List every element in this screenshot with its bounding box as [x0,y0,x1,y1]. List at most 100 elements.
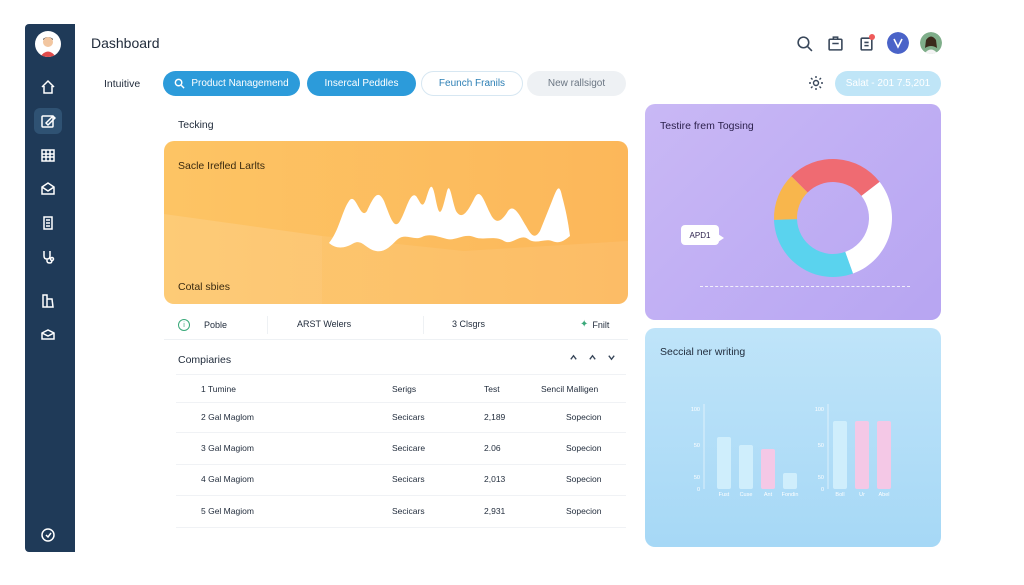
sidebar [25,24,75,552]
row-name[interactable]: 2 Gal Maglom [201,412,254,422]
info-icon: i [178,319,190,331]
tracking-card: Sacle Irefled Larlts Cotal sbies [164,141,628,304]
sidebar-item-inbox[interactable] [34,322,62,348]
shield-icon [41,528,55,542]
top-toolbar [794,32,942,54]
notifications-button[interactable] [856,33,876,53]
sparkle-icon: ✦ [580,319,589,330]
date-range-pill[interactable]: Salat - 201 7.5,201 [835,71,941,96]
filter-pill-label: Product Nanagemend [191,78,289,89]
metric-item: i Poble [178,319,227,331]
row-value: 2,189 [484,412,506,422]
bar-fust[interactable] [717,437,731,489]
chevron-down-icon[interactable] [607,353,616,362]
bar-ur[interactable] [855,421,869,489]
metric-item: ARST Welers [297,319,351,329]
sidebar-item-documents[interactable] [34,210,62,236]
bar-cuse[interactable] [739,445,753,489]
donut-chart [774,159,892,277]
row-name[interactable]: 3 Gal Magiom [201,443,254,453]
search-button[interactable] [794,33,814,53]
row-segment: Secicare [392,443,426,453]
donut-card: Testire frem Togsing APD1 [645,104,941,320]
row-segment: Secicars [392,506,425,516]
y-tick-label: 100 [691,407,700,413]
row-status: Sopecion [566,443,602,453]
bar-label: Fondin [782,492,799,498]
bar-chart: 100 50 50 0 Fust Cuse Ant Fondin 100 50 50 0 Boll Ur A… [691,404,891,498]
bar-card: Seccial ner writing 100 50 50 0 Fust Cuse Ant F… [645,328,941,547]
row-name[interactable]: 4 Gal Magiom [201,474,254,484]
profile-avatar[interactable] [920,32,942,54]
bar-label: Cuse [740,492,753,498]
row-status: Sopecion [566,412,602,422]
bar-ant[interactable] [761,449,775,489]
filter-pill-label: Insercal Peddles [324,78,399,89]
brand-avatar[interactable] [887,32,909,54]
bar-abel[interactable] [877,421,891,489]
chevron-up-icon[interactable] [569,353,578,362]
stethoscope-icon [43,251,55,264]
chevron-up-icon[interactable] [588,353,597,362]
sidebar-item-edit[interactable] [34,108,62,134]
document-icon [43,216,53,230]
filter-pill-internal[interactable]: Insercal Peddles [307,71,416,96]
metrics-row: i Poble ARST Welers 3 Clsgrs ✦ Fnilt [164,308,628,340]
dashed-baseline [700,286,910,287]
filter-pill-new[interactable]: New rallsigot [527,71,626,96]
column-header[interactable]: 1 Tumine [201,384,236,394]
sidebar-item-calendar[interactable] [34,142,62,168]
tracking-card-footer: Cotal sbies [178,281,230,293]
sidebar-item-support[interactable] [34,522,62,548]
briefcase-icon [827,35,843,51]
divider [176,432,626,433]
column-header[interactable]: Serigs [392,384,416,394]
bar-label: Ant [764,492,773,498]
y-tick-label: 50 [818,475,824,481]
y-tick-label: 100 [815,407,824,413]
file-icon [42,294,54,308]
user-avatar[interactable] [35,31,61,57]
briefcase-button[interactable] [825,33,845,53]
row-segment: Secicars [392,412,425,422]
divider [267,316,268,334]
divider [176,464,626,465]
notification-dot [869,34,875,40]
edit-icon [41,114,56,128]
bar-label: Ur [859,492,865,498]
metric-item: ✦ Fnilt [580,319,609,330]
sidebar-item-mail[interactable] [34,176,62,202]
divider [176,374,626,375]
row-segment: Secicars [392,474,425,484]
sidebar-item-home[interactable] [34,74,62,100]
y-tick-label: 0 [697,487,700,493]
bar-boll[interactable] [833,421,847,489]
calendar-icon [41,149,55,162]
column-header[interactable]: Sencil Malligen [541,384,598,394]
y-tick-label: 50 [694,443,700,449]
donut-slice-1[interactable] [845,181,892,274]
filter-pill-label: Feunch Franils [438,78,506,89]
row-value: 2.06 [484,443,501,453]
sidebar-item-files[interactable] [34,288,62,314]
chart-tooltip: APD1 [681,225,724,245]
donut-slice-2[interactable] [774,219,853,277]
metric-label: Poble [204,320,228,330]
row-name[interactable]: 5 Gel Magiom [201,506,254,516]
bar-label: Fust [719,492,730,498]
filter-label: Intuitive [104,78,141,90]
column-header[interactable]: Test [484,384,500,394]
inbox-icon [41,329,55,340]
filter-pill-french[interactable]: Feunch Franils [421,71,523,96]
mail-icon [41,182,55,195]
companies-title: Compiaries [178,354,232,366]
metric-item: 3 Clsgrs [452,319,485,329]
y-tick-label: 50 [694,475,700,481]
sidebar-item-health[interactable] [34,244,62,270]
settings-button[interactable] [806,73,826,93]
bar-fondin[interactable] [783,473,797,489]
tracking-title: Tecking [178,119,214,131]
metric-label: ARST Welers [297,319,352,329]
filter-pill-product-management[interactable]: Product Nanagemend [163,71,300,96]
divider [176,402,626,403]
